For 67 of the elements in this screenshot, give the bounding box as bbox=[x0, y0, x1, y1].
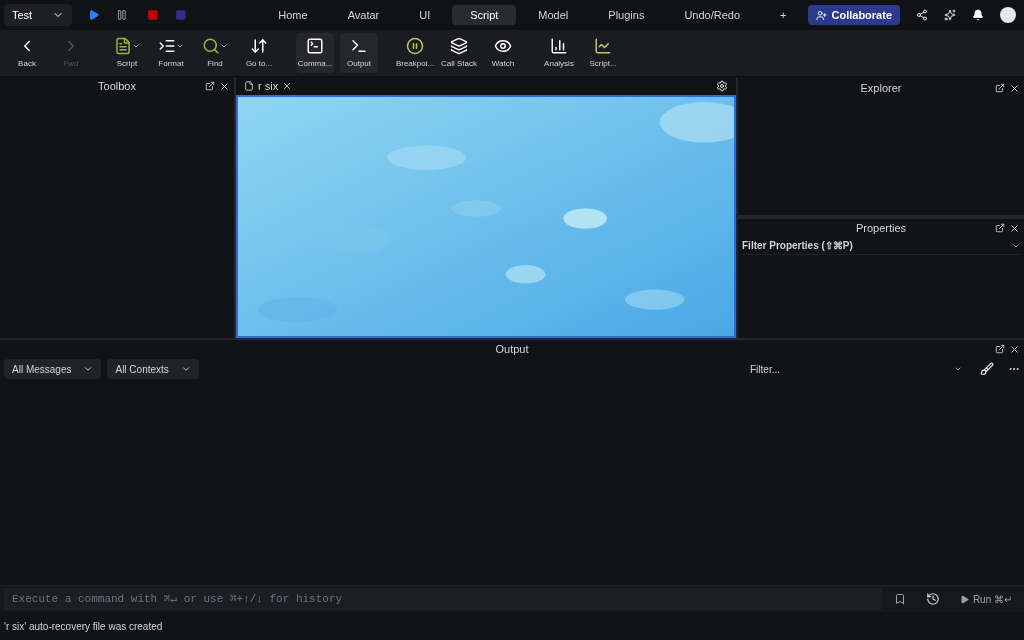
menu-tab[interactable]: Home bbox=[260, 5, 326, 25]
pause-icon[interactable] bbox=[115, 9, 128, 21]
panel-title: Output bbox=[495, 341, 529, 357]
run-button[interactable]: Run ⌘↵ bbox=[959, 591, 1012, 607]
stop-icon[interactable] bbox=[147, 9, 159, 21]
status-message: 'r six' auto-recovery file was created bbox=[4, 619, 163, 634]
command-field[interactable]: Execute a command with ⌘↵ or use ⌘+↑/↓ for history bbox=[4, 588, 882, 610]
close-icon bbox=[282, 81, 293, 91]
ribbon-button[interactable]: Find bbox=[196, 33, 234, 73]
menu-tab[interactable]: Avatar bbox=[329, 5, 398, 25]
bookmark-icon[interactable] bbox=[893, 593, 906, 605]
terminal-icon bbox=[306, 36, 324, 55]
magnifier-icon bbox=[202, 36, 220, 55]
undock-icon[interactable] bbox=[995, 223, 1005, 233]
add-user-icon bbox=[816, 9, 828, 21]
undock-icon[interactable] bbox=[205, 81, 215, 91]
play-icon bbox=[959, 594, 969, 604]
menu-tab[interactable]: Model bbox=[520, 5, 587, 25]
close-icon[interactable] bbox=[1009, 222, 1020, 234]
filter-properties-field[interactable]: Filter Properties (⇧⌘P) bbox=[742, 237, 1020, 255]
bar-chart-icon bbox=[550, 36, 568, 55]
avatar[interactable] bbox=[1000, 7, 1016, 23]
ribbon-button[interactable]: Output bbox=[340, 33, 378, 73]
close-icon[interactable] bbox=[1009, 82, 1020, 94]
caret-icon bbox=[180, 364, 191, 374]
filter-dropdown[interactable]: All Contexts bbox=[107, 359, 199, 379]
menu-tab[interactable]: Plugins bbox=[590, 5, 663, 25]
pause-icon bbox=[406, 36, 424, 55]
document-icon bbox=[114, 36, 132, 55]
history-icon[interactable] bbox=[925, 592, 940, 606]
ribbon-button[interactable]: Script... bbox=[584, 33, 622, 73]
filter-dropdown[interactable]: All Messages bbox=[4, 359, 102, 379]
stack-icon bbox=[450, 36, 468, 55]
place-dropdown[interactable]: Test bbox=[4, 4, 73, 26]
settings-icon[interactable] bbox=[716, 80, 728, 92]
ribbon-button[interactable]: Comma... bbox=[296, 33, 334, 73]
ribbon-button[interactable]: Format bbox=[152, 33, 190, 73]
play-icon[interactable] bbox=[88, 9, 100, 21]
undock-icon[interactable] bbox=[995, 344, 1005, 354]
ribbon-button[interactable]: Analysis bbox=[540, 33, 578, 73]
editor-tab[interactable]: r six bbox=[244, 77, 293, 95]
line-chart-icon bbox=[594, 36, 612, 55]
menu-tab[interactable]: Script bbox=[452, 5, 517, 25]
panel-title: Explorer bbox=[860, 80, 902, 96]
panel-title: Properties bbox=[855, 220, 907, 236]
ribbon-button[interactable]: Go to... bbox=[240, 33, 278, 73]
sparkle-icon[interactable] bbox=[944, 9, 956, 21]
panel-title: Toolbox bbox=[98, 78, 136, 94]
ribbon-button[interactable]: Watch bbox=[484, 33, 522, 73]
close-icon[interactable] bbox=[1009, 343, 1020, 355]
ribbon-button[interactable]: Call Stack bbox=[440, 33, 478, 73]
ribbon-button[interactable]: Breakpoi... bbox=[396, 33, 434, 73]
bell-icon[interactable] bbox=[972, 9, 984, 21]
menu-tab[interactable]: Undo/Redo bbox=[666, 5, 759, 25]
close-icon[interactable] bbox=[219, 80, 230, 92]
undock-icon[interactable] bbox=[995, 83, 1005, 93]
line-jump-icon bbox=[250, 36, 268, 55]
caret-icon bbox=[954, 365, 962, 373]
caret-icon bbox=[83, 364, 94, 374]
menu-tab[interactable]: UI bbox=[401, 5, 449, 25]
ribbon-button[interactable]: Back bbox=[8, 33, 46, 73]
ribbon-button[interactable]: Script bbox=[108, 33, 146, 73]
collaborate-button[interactable]: Collaborate bbox=[808, 5, 900, 25]
output-filter-field[interactable]: Filter... bbox=[746, 359, 966, 379]
share-icon[interactable] bbox=[916, 9, 928, 21]
file-icon bbox=[244, 81, 254, 91]
menu-tab[interactable]: + bbox=[762, 5, 805, 25]
